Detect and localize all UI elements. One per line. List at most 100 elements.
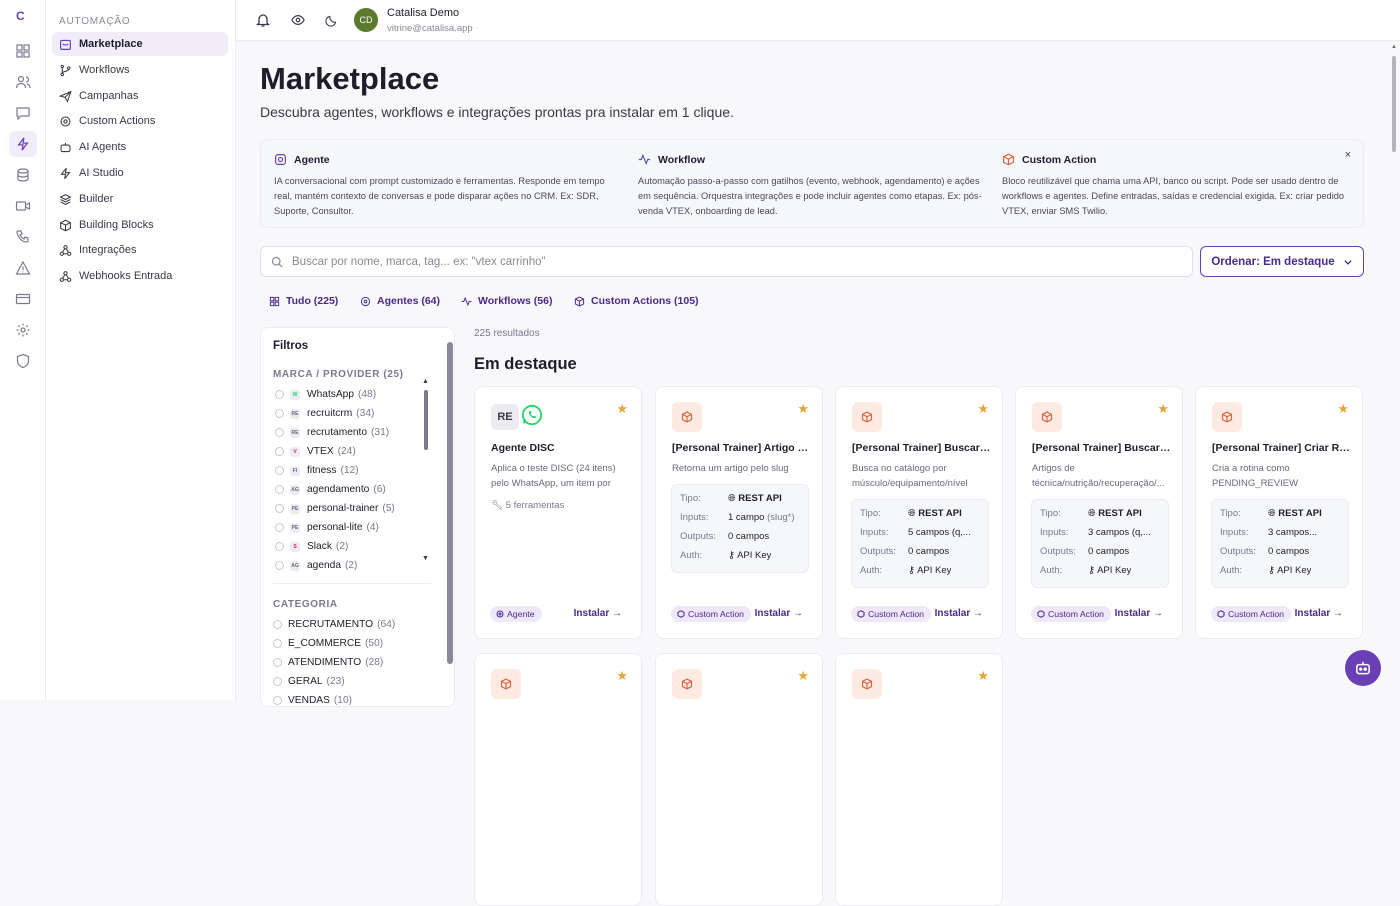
brand-name: personal-trainer (307, 503, 379, 514)
sidebar-item-campanhas[interactable]: Campanhas (52, 84, 228, 108)
radio[interactable] (275, 428, 284, 437)
eye-icon[interactable] (291, 13, 305, 27)
brand-filter-item[interactable]: V VTEX (24) (275, 444, 356, 459)
shield-icon[interactable] (15, 353, 31, 369)
scroll-up-icon[interactable]: ▲ (1391, 44, 1397, 50)
radio[interactable] (275, 409, 284, 418)
category-filter-item[interactable]: ATENDIMENTO (28) (273, 655, 383, 670)
install-button[interactable]: Instalar → (755, 608, 803, 619)
scroll-up-icon[interactable]: ▲ (422, 378, 429, 385)
app-logo[interactable]: C (16, 9, 25, 23)
install-button[interactable]: Instalar → (574, 608, 622, 619)
detail-key: Auth: (680, 550, 703, 561)
category-filter-item[interactable]: E_COMMERCE (50) (273, 636, 383, 651)
marketplace-card[interactable]: ★ [Personal Trainer] Criar Rotina Cria a… (1195, 386, 1363, 639)
chat-icon[interactable] (15, 105, 31, 121)
radio[interactable] (275, 466, 284, 475)
radio[interactable] (275, 523, 284, 532)
phone-icon[interactable] (15, 229, 31, 245)
brand-filter-item[interactable]: AG agenda (2) (275, 558, 357, 573)
sidebar-item-label: AI Agents (79, 141, 127, 153)
marketplace-card[interactable]: ★ [Personal Trainer] Buscar Exercícios B… (835, 386, 1003, 639)
database-icon[interactable] (15, 167, 31, 183)
cube-icon (861, 678, 873, 690)
sidebar-item-integracoes[interactable]: Integrações (52, 238, 228, 262)
card-title: Agente DISC (491, 442, 555, 454)
radio[interactable] (275, 542, 284, 551)
brand-filter-item[interactable]: FI fitness (12) (275, 463, 359, 478)
detail-key: Tipo: (1220, 508, 1241, 519)
cube-icon (681, 411, 693, 423)
radio[interactable] (273, 620, 282, 629)
search-input[interactable]: Buscar por nome, marca, tag... ex: "vtex… (260, 246, 1193, 277)
sidebar-item-webhooks-entrada[interactable]: Webhooks Entrada (52, 264, 228, 288)
radio[interactable] (273, 677, 282, 686)
marketplace-card[interactable]: ★ (655, 653, 823, 906)
card-title: [Personal Trainer] Criar Rotina (1212, 442, 1352, 454)
brand-filter-item[interactable]: AG agendamento (6) (275, 482, 386, 497)
video-icon[interactable] (15, 198, 31, 214)
bell-icon[interactable] (255, 12, 271, 28)
bot-icon (275, 154, 286, 165)
sidebar-item-custom-actions[interactable]: Custom Actions (52, 109, 228, 133)
sidebar-item-ai-agents[interactable]: AI Agents (52, 135, 228, 159)
marketplace-card[interactable]: ★ (835, 653, 1003, 906)
moon-icon[interactable] (325, 14, 338, 27)
sidebar-item-ai-studio[interactable]: AI Studio (52, 161, 228, 185)
automation-icon[interactable] (9, 131, 37, 157)
assistant-button[interactable] (1345, 650, 1381, 686)
install-button[interactable]: Instalar → (1295, 608, 1343, 619)
brand-filter-item[interactable]: RE recruitcrm (34) (275, 406, 374, 421)
scroll-down-icon[interactable]: ▼ (422, 555, 429, 562)
brand-list-scrollbar[interactable] (424, 390, 428, 450)
radio[interactable] (275, 485, 284, 494)
radio[interactable] (275, 390, 284, 399)
install-button[interactable]: Instalar → (935, 608, 983, 619)
webhook-icon (59, 244, 72, 256)
marketplace-card[interactable]: RE ★ Agente DISC Aplica o teste DISC (24… (474, 386, 642, 639)
install-button[interactable]: Instalar → (1115, 608, 1163, 619)
radio[interactable] (275, 561, 284, 570)
radio[interactable] (273, 639, 282, 648)
tab-tudo[interactable]: Tudo (225) (269, 294, 338, 308)
sidebar-item-building-blocks[interactable]: Building Blocks (52, 213, 228, 237)
brand-filter-item[interactable]: PE personal-lite (4) (275, 520, 379, 535)
filters-scrollbar[interactable] (447, 342, 453, 664)
cube-icon (677, 610, 685, 618)
users-icon[interactable] (15, 74, 31, 90)
radio[interactable] (273, 658, 282, 667)
close-icon[interactable]: × (1345, 149, 1351, 161)
billing-icon[interactable] (15, 291, 31, 307)
marketplace-card[interactable]: ★ [Personal Trainer] Buscar Artigos Arti… (1015, 386, 1183, 639)
tab-agentes[interactable]: Agentes (64) (360, 294, 440, 308)
marketplace-card[interactable]: ★ (474, 653, 642, 906)
brand-filter-item[interactable]: S Slack (2) (275, 539, 348, 554)
avatar[interactable]: CD (354, 8, 378, 32)
category-filter-item[interactable]: VENDAS (10) (273, 693, 352, 706)
globe-icon: 🌐︎ (908, 508, 919, 519)
brand-filter-item[interactable]: PE personal-trainer (5) (275, 501, 395, 516)
sidebar-item-builder[interactable]: Builder (52, 187, 228, 211)
page-scrollbar[interactable]: ▲ (1388, 41, 1400, 700)
scrollbar-thumb[interactable] (1392, 56, 1396, 152)
category-filter-item[interactable]: GERAL (23) (273, 674, 345, 689)
marketplace-card[interactable]: ★ [Personal Trainer] Artigo por Slug Ret… (655, 386, 823, 639)
detail-value: ⚷ API Key (728, 550, 771, 561)
radio[interactable] (273, 696, 282, 705)
alert-icon[interactable] (15, 260, 31, 276)
tab-custom-actions[interactable]: Custom Actions (105) (574, 294, 699, 308)
auth-value: API Key (737, 550, 772, 561)
tab-workflows[interactable]: Workflows (56) (461, 294, 552, 308)
type-value: REST API (1278, 508, 1322, 519)
sort-dropdown[interactable]: Ordenar: Em destaque (1200, 246, 1364, 277)
category-name: ATENDIMENTO (288, 657, 362, 668)
radio[interactable] (275, 504, 284, 513)
category-filter-item[interactable]: RECRUTAMENTO (64) (273, 617, 395, 632)
settings-icon[interactable] (15, 322, 31, 338)
dashboard-icon[interactable] (15, 43, 31, 59)
sidebar-item-workflows[interactable]: Workflows (52, 58, 228, 82)
brand-filter-item[interactable]: W WhatsApp (48) (275, 387, 376, 402)
sidebar-item-marketplace[interactable]: Marketplace (52, 32, 228, 56)
brand-filter-item[interactable]: RE recrutamento (31) (275, 425, 389, 440)
radio[interactable] (275, 447, 284, 456)
